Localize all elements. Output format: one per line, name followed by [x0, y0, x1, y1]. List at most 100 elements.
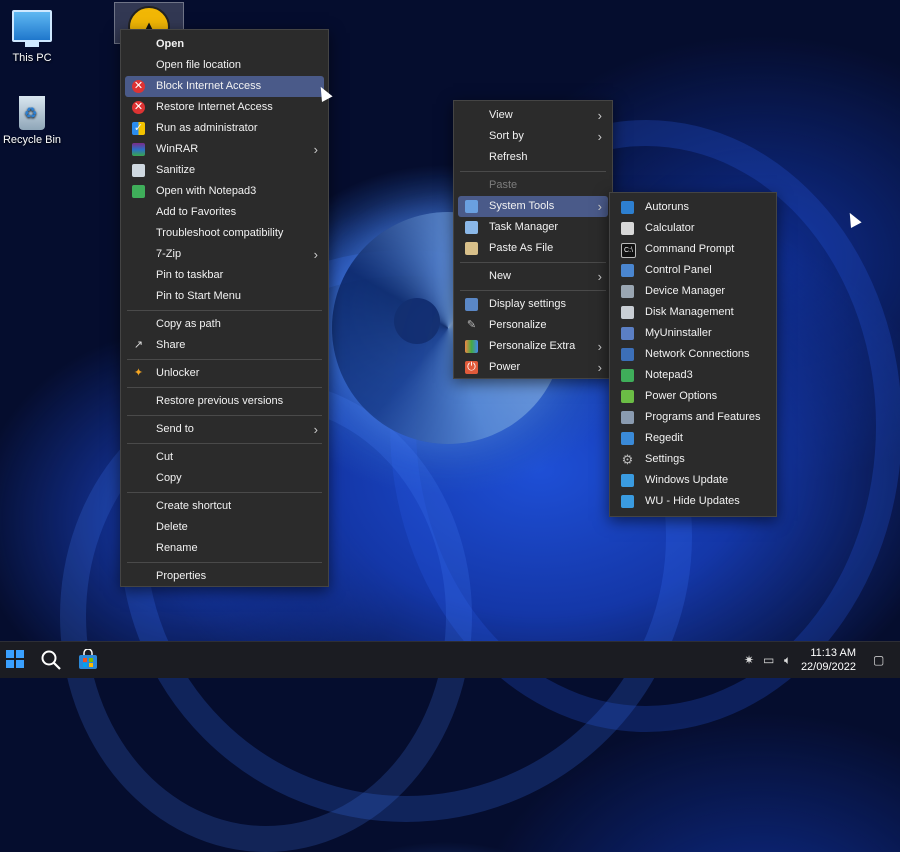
menu-item-refresh[interactable]: Refresh: [458, 147, 608, 168]
notifications-icon[interactable]: ▢: [873, 653, 884, 667]
menu-item-label: Add to Favorites: [156, 206, 237, 218]
menu-item-label: WinRAR: [156, 143, 199, 155]
menu-item-properties[interactable]: Properties: [125, 566, 324, 587]
menu-item-programs-and-features[interactable]: Programs and Features: [614, 407, 772, 428]
menu-item-label: Restore Internet Access: [156, 101, 273, 113]
menu-item-power-options[interactable]: Power Options: [614, 386, 772, 407]
menu-item-unlocker[interactable]: ✦ Unlocker: [125, 363, 324, 384]
disk-icon: [621, 306, 634, 319]
menu-item-paste-as-file[interactable]: Paste As File: [458, 238, 608, 259]
menu-item-label: Restore previous versions: [156, 395, 284, 407]
menu-item-open[interactable]: Open: [125, 34, 324, 55]
power-icon: ⏻: [465, 361, 478, 374]
menu-item-view[interactable]: View ›: [458, 105, 608, 126]
menu-item-label: Rename: [156, 542, 198, 554]
notepad-icon: [132, 185, 145, 198]
chevron-right-icon: ›: [597, 339, 602, 354]
menu-item-sort-by[interactable]: Sort by ›: [458, 126, 608, 147]
menu-item-system-tools[interactable]: System Tools ›: [458, 196, 608, 217]
menu-item-personalize[interactable]: ✎ Personalize: [458, 315, 608, 336]
menu-item-block-internet-access[interactable]: ✕ Block Internet Access: [125, 76, 324, 97]
menu-item-troubleshoot-compatibility[interactable]: Troubleshoot compatibility: [125, 223, 324, 244]
chevron-right-icon: ›: [313, 422, 318, 437]
desktop-context-menu: View › Sort by › Refresh Paste System Tool…: [453, 100, 613, 379]
menu-item-calculator[interactable]: Calculator: [614, 218, 772, 239]
menu-item-run-as-administrator[interactable]: ✓ Run as administrator: [125, 118, 324, 139]
menu-item-open-file-location[interactable]: Open file location: [125, 55, 324, 76]
menu-item-label: Display settings: [489, 298, 567, 310]
clock[interactable]: 11:13 AM 22/09/2022: [801, 646, 856, 674]
menu-item-open-with-notepad3[interactable]: Open with Notepad3: [125, 181, 324, 202]
menu-item-sanitize[interactable]: Sanitize: [125, 160, 324, 181]
menu-item-label: Send to: [156, 423, 194, 435]
menu-item-restore-internet-access[interactable]: ✕ Restore Internet Access: [125, 97, 324, 118]
menu-item-label: Copy: [156, 472, 182, 484]
menu-item-add-to-favorites[interactable]: Add to Favorites: [125, 202, 324, 223]
menu-item-restore-previous-versions[interactable]: Restore previous versions: [125, 391, 324, 412]
search-icon[interactable]: [40, 649, 62, 671]
menu-item-share[interactable]: ↗ Share: [125, 335, 324, 356]
menu-item-pin-to-start-menu[interactable]: Pin to Start Menu: [125, 286, 324, 307]
personalize-extra-icon: [465, 340, 478, 353]
menu-item-device-manager[interactable]: Device Manager: [614, 281, 772, 302]
start-icon[interactable]: [5, 649, 27, 671]
menu-separator: [127, 415, 322, 416]
menu-item-power[interactable]: ⏻ Power ›: [458, 357, 608, 378]
menu-item-7zip[interactable]: 7-Zip ›: [125, 244, 324, 265]
taskbar: ✷ ▭ 🔈︎ 11:13 AM 22/09/2022 ▢: [0, 641, 900, 678]
menu-item-send-to[interactable]: Send to ›: [125, 419, 324, 440]
menu-item-network-connections[interactable]: Network Connections: [614, 344, 772, 365]
menu-item-paste: Paste: [458, 175, 608, 196]
menu-item-label: Refresh: [489, 151, 528, 163]
menu-item-pin-to-taskbar[interactable]: Pin to taskbar: [125, 265, 324, 286]
network-tray-icon[interactable]: ▭: [763, 653, 774, 667]
chevron-right-icon: ›: [597, 360, 602, 375]
menu-item-label: Programs and Features: [645, 411, 761, 423]
menu-item-display-settings[interactable]: Display settings: [458, 294, 608, 315]
system-tools-submenu: Autoruns Calculator C:\ Command Prompt Co…: [609, 192, 777, 517]
menu-item-delete[interactable]: Delete: [125, 517, 324, 538]
menu-separator: [127, 443, 322, 444]
winrar-icon: [132, 143, 145, 156]
menu-item-settings[interactable]: ⚙ Settings: [614, 449, 772, 470]
chevron-right-icon: ›: [597, 269, 602, 284]
menu-item-copy-as-path[interactable]: Copy as path: [125, 314, 324, 335]
menu-item-winrar[interactable]: WinRAR ›: [125, 139, 324, 160]
menu-item-personalize-extra[interactable]: Personalize Extra ›: [458, 336, 608, 357]
system-tools-icon: [465, 200, 478, 213]
menu-item-label: Task Manager: [489, 221, 559, 233]
menu-item-windows-update[interactable]: Windows Update: [614, 470, 772, 491]
menu-item-create-shortcut[interactable]: Create shortcut: [125, 496, 324, 517]
menu-item-autoruns[interactable]: Autoruns: [614, 197, 772, 218]
menu-separator: [460, 262, 606, 263]
menu-item-command-prompt[interactable]: C:\ Command Prompt: [614, 239, 772, 260]
menu-item-new[interactable]: New ›: [458, 266, 608, 287]
menu-item-wu-hide-updates[interactable]: WU - Hide Updates: [614, 491, 772, 512]
chevron-right-icon: ›: [597, 129, 602, 144]
menu-item-task-manager[interactable]: Task Manager: [458, 217, 608, 238]
menu-item-label: Pin to taskbar: [156, 269, 224, 281]
menu-item-label: Open with Notepad3: [156, 185, 257, 197]
this-pc-icon: [12, 10, 52, 47]
menu-item-label: Delete: [156, 521, 188, 533]
store-icon[interactable]: [77, 648, 99, 671]
menu-item-label: Share: [156, 339, 186, 351]
menu-item-copy[interactable]: Copy: [125, 468, 324, 489]
menu-item-disk-management[interactable]: Disk Management: [614, 302, 772, 323]
menu-separator: [127, 562, 322, 563]
menu-item-control-panel[interactable]: Control Panel: [614, 260, 772, 281]
paste-file-icon: [465, 242, 478, 255]
brightness-icon[interactable]: ✷: [744, 653, 754, 667]
menu-item-label: Troubleshoot compatibility: [156, 227, 284, 239]
menu-item-notepad3[interactable]: Notepad3: [614, 365, 772, 386]
desktop-icon-recycle-bin[interactable]: Recycle Bin: [0, 96, 64, 146]
menu-item-myuninstaller[interactable]: MyUninstaller: [614, 323, 772, 344]
menu-item-regedit[interactable]: Regedit: [614, 428, 772, 449]
desktop-icon-this-pc[interactable]: This PC: [0, 10, 64, 64]
menu-item-label: Copy as path: [156, 318, 221, 330]
menu-item-rename[interactable]: Rename: [125, 538, 324, 559]
menu-separator: [127, 359, 322, 360]
volume-icon[interactable]: 🔈︎: [784, 653, 791, 668]
menu-item-cut[interactable]: Cut: [125, 447, 324, 468]
menu-item-label: Block Internet Access: [156, 80, 262, 92]
